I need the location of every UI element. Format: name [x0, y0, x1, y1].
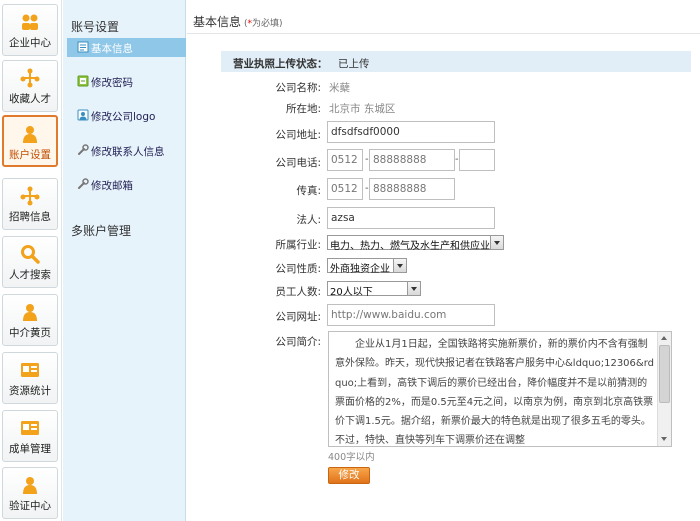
phone-ext-input[interactable] [459, 149, 495, 171]
required-note: (*为必填) [244, 16, 283, 29]
page-header: 基本信息 (*为必填) [187, 0, 700, 34]
phone-label: 公司电话: [275, 157, 321, 169]
nav-label: 招聘信息 [9, 211, 51, 223]
staff-select-value: 20人以下 [330, 287, 373, 298]
fax-area-input[interactable]: 0512 [327, 178, 363, 200]
user-icon [23, 126, 37, 143]
intro-text: 企业从1月1日起，全国铁路将实施新票价，新的票价内不含有强制意外保险。昨天，现代… [335, 339, 654, 447]
nav-verify-center[interactable]: 验证中心 [2, 467, 58, 519]
nav-favorite-talent[interactable]: 收藏人才 [2, 60, 58, 112]
required-text: 为必填) [252, 19, 283, 29]
license-status-bar: 营业执照上传状态： 已上传 [221, 51, 691, 72]
nav-label: 中介黄页 [9, 327, 51, 339]
phone-area-input[interactable]: 0512 [327, 149, 363, 171]
nature-select-value: 外商独资企业 [330, 264, 390, 275]
nav-talent-search[interactable]: 人才搜索 [2, 236, 58, 288]
page-title: 基本信息 [193, 15, 242, 29]
sidebar-item-label: 修改密码 [91, 77, 133, 89]
nature-select[interactable]: 外商独资企业 [327, 258, 407, 275]
sidebar-item-label: 基本信息 [91, 43, 133, 55]
legal-label: 法人: [296, 214, 321, 226]
people-icon [22, 14, 38, 30]
key-card-icon [77, 75, 89, 87]
sidebar-item-change-password[interactable]: 修改密码 [67, 72, 186, 91]
chevron-down-icon [407, 282, 420, 295]
scroll-thumb[interactable] [659, 345, 670, 403]
address-input[interactable]: dfsdfsdf0000 [327, 121, 495, 143]
sidebar-item-change-logo[interactable]: 修改公司logo [67, 106, 186, 125]
staff-select[interactable]: 20人以下 [327, 281, 421, 298]
fax-label: 传真: [296, 185, 321, 197]
sidebar-item-change-email[interactable]: 修改邮箱 [67, 175, 186, 194]
chevron-down-icon [393, 259, 406, 272]
address-label: 公司地址: [275, 129, 321, 141]
chevron-down-icon [490, 236, 503, 249]
nav-label: 资源统计 [9, 385, 51, 397]
nav-recruit-info[interactable]: 招聘信息 [2, 178, 58, 230]
wrench-icon [78, 178, 89, 189]
sidebar-item-basic-info[interactable]: 基本信息 [67, 38, 186, 57]
nav-label: 成单管理 [9, 443, 51, 455]
scroll-down-icon[interactable] [659, 434, 670, 445]
sidebar-title: 账号设置 [71, 20, 120, 34]
document-icon [77, 41, 89, 53]
website-input[interactable]: http://www.baidu.com [327, 304, 495, 326]
industry-label: 所属行业: [275, 239, 321, 251]
intro-textarea[interactable]: 企业从1月1日起，全国铁路将实施新票价，新的票价内不含有强制意外保险。昨天，现代… [328, 331, 672, 447]
user-card-icon [77, 109, 89, 121]
card-icon [21, 363, 39, 377]
license-status-value: 已上传 [338, 58, 370, 70]
network-icon [20, 186, 40, 206]
card-icon [21, 421, 39, 435]
sidebar-item-label: 修改公司logo [91, 111, 156, 123]
phone-number-input[interactable]: 88888888 [369, 149, 455, 171]
intro-label: 公司简介: [275, 336, 321, 348]
license-status-label: 营业执照上传状态： [233, 58, 328, 70]
company-name-value: 米蘖 [329, 82, 350, 94]
main-content: 基本信息 (*为必填) 营业执照上传状态： 已上传 公司名称: 米蘖 所在地: … [187, 0, 700, 521]
location-label: 所在地: [285, 103, 321, 115]
nav-resource-stats[interactable]: 资源统计 [2, 352, 58, 404]
user-icon [23, 477, 37, 494]
left-nav: 企业中心 收藏人才 账户设置 招聘信息 人才搜索 中介黄页 资源统计 成单管理 … [0, 0, 62, 521]
nav-deal-management[interactable]: 成单管理 [2, 410, 58, 462]
sidebar-item-label: 修改邮箱 [91, 180, 133, 192]
nav-label: 账户设置 [9, 149, 51, 161]
nav-account-settings[interactable]: 账户设置 [2, 115, 58, 167]
sidebar-item-label: 修改联系人信息 [91, 146, 165, 158]
nav-enterprise-center[interactable]: 企业中心 [2, 4, 58, 56]
search-icon [21, 245, 40, 264]
nav-label: 企业中心 [9, 37, 51, 49]
save-button[interactable]: 修改 [328, 467, 370, 484]
account-settings-sidebar: 账号设置 基本信息 修改密码 修改公司logo 修改联系人信息 修改邮箱 多账户… [63, 0, 186, 521]
legal-input[interactable]: azsa [327, 207, 495, 229]
staff-label: 员工人数: [275, 286, 321, 298]
industry-select[interactable]: 电力、热力、燃气及水生产和供应业 [327, 235, 504, 252]
nature-label: 公司性质: [275, 263, 321, 275]
industry-select-value: 电力、热力、燃气及水生产和供应业 [330, 241, 490, 252]
intro-limit-hint: 400字以内 [328, 452, 375, 463]
nav-agency-yellowpages[interactable]: 中介黄页 [2, 294, 58, 346]
user-icon [23, 304, 37, 321]
nav-label: 人才搜索 [9, 269, 51, 281]
scroll-up-icon[interactable] [659, 333, 670, 344]
website-label: 公司网址: [275, 311, 321, 323]
network-icon [20, 68, 40, 88]
nav-label: 验证中心 [9, 500, 51, 512]
sidebar-item-change-contact[interactable]: 修改联系人信息 [67, 141, 186, 160]
nav-label: 收藏人才 [9, 93, 51, 105]
location-value: 北京市 东城区 [329, 103, 396, 115]
company-name-label: 公司名称: [275, 82, 321, 94]
wrench-icon [78, 144, 89, 155]
fax-number-input[interactable]: 88888888 [369, 178, 455, 200]
sidebar-multi-account[interactable]: 多账户管理 [71, 222, 131, 239]
intro-scrollbar[interactable] [657, 332, 671, 446]
